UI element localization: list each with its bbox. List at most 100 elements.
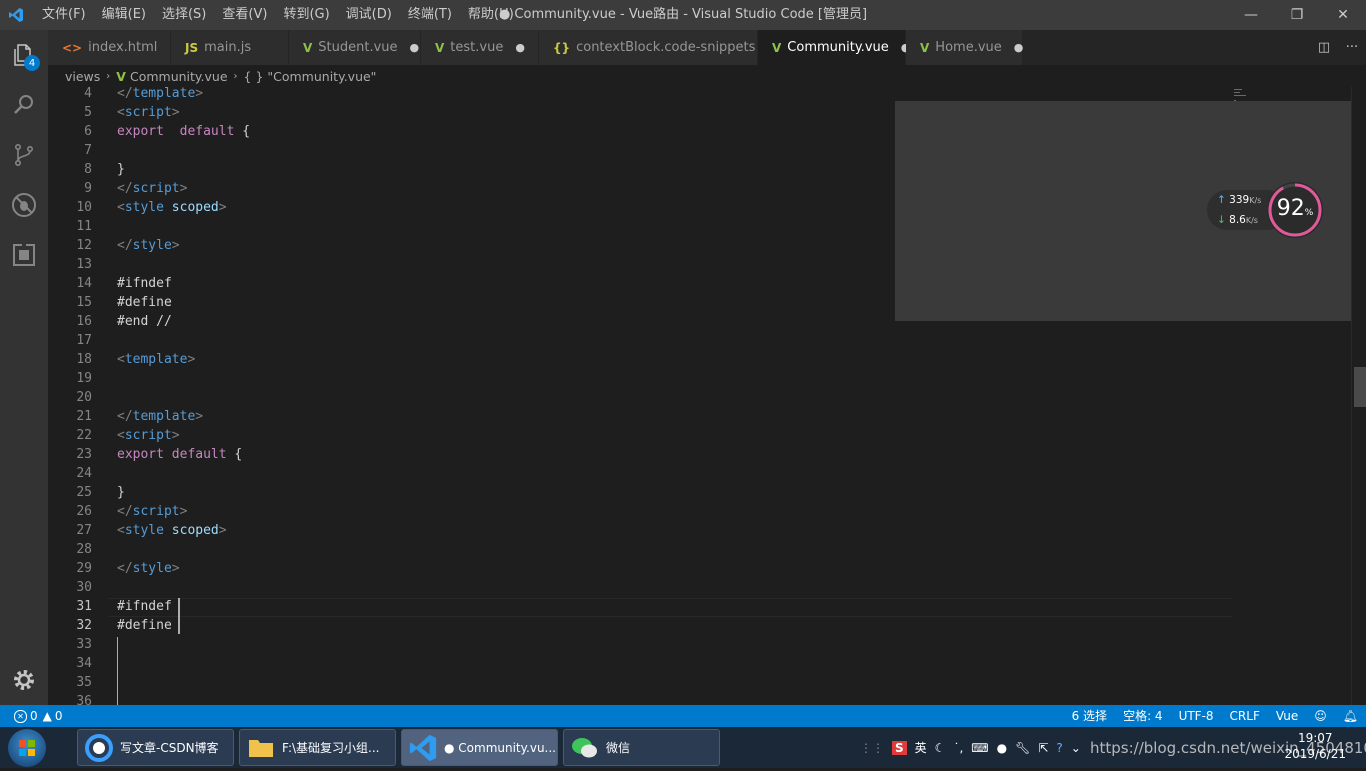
code-token: { (234, 124, 251, 139)
ime-language[interactable]: 英 (915, 739, 927, 756)
breadcrumb-file[interactable]: Community.vue (130, 69, 228, 84)
taskbar-browser-button[interactable]: 写文章-CSDN博客 (77, 729, 234, 766)
menu-selection[interactable]: 选择(S) (154, 0, 214, 30)
network-monitor-widget[interactable]: ↑ 339K/s ↓ 8.6K/s 92% (1207, 182, 1323, 238)
code-line[interactable]: 20 (48, 388, 1233, 407)
menu-terminal[interactable]: 终端(T) (400, 0, 460, 30)
code-line[interactable]: 28 (48, 540, 1233, 559)
tab-community-vue[interactable]: VCommunity.vue● (758, 30, 910, 65)
feedback-smiley-icon[interactable]: ☺ (1306, 705, 1335, 727)
taskbar-wechat-button[interactable]: 微信 (563, 729, 720, 766)
menu-help[interactable]: 帮助(H) (460, 0, 522, 30)
minimize-button[interactable]: — (1228, 0, 1274, 30)
explorer-icon[interactable]: 4 (0, 30, 48, 80)
line-number: 27 (76, 523, 92, 538)
warning-icon[interactable]: ▲ (43, 709, 52, 723)
code-line[interactable]: 22 <script> (48, 426, 1233, 445)
search-icon[interactable] (0, 80, 48, 130)
gear-icon[interactable] (0, 655, 48, 705)
menu-file[interactable]: 文件(F) (34, 0, 94, 30)
code-line[interactable]: 33 (48, 635, 1233, 654)
code-line[interactable]: 14 #ifndef (48, 274, 1233, 293)
encoding-status[interactable]: UTF-8 (1171, 705, 1222, 727)
share-icon[interactable]: ⇱ (1038, 741, 1048, 755)
breadcrumb-separator: › (106, 70, 111, 82)
notifications-bell-icon[interactable]: 🔔︎ (1335, 705, 1366, 727)
taskbar-explorer-button[interactable]: F:\基础复习小组... (239, 729, 396, 766)
source-control-icon[interactable] (0, 130, 48, 180)
punctuation-icon[interactable]: ˙, (953, 741, 963, 755)
menu-view[interactable]: 查看(V) (214, 0, 275, 30)
code-line[interactable]: 4 </template> (48, 87, 1233, 103)
code-line[interactable]: 31 #ifndef (48, 597, 1233, 617)
menu-edit[interactable]: 编辑(E) (94, 0, 154, 30)
code-line[interactable]: 25} (48, 483, 1233, 502)
menu-debug[interactable]: 调试(D) (338, 0, 400, 30)
code-line[interactable]: 6 export default { (48, 122, 1233, 141)
breadcrumb-symbol[interactable]: { } "Community.vue" (244, 69, 377, 84)
tab-test-vue[interactable]: Vtest.vue ● (421, 30, 539, 65)
tab-home-vue[interactable]: V Home.vue ● (906, 30, 1023, 65)
restore-button[interactable]: ❐ (1274, 0, 1320, 30)
breadcrumb-folder[interactable]: views (65, 69, 100, 84)
start-button[interactable] (8, 729, 46, 767)
code-line[interactable]: 19 (48, 369, 1233, 388)
code-line[interactable]: 27 <style scoped> (48, 521, 1233, 540)
more-icon[interactable]: ⌄ (1071, 741, 1081, 755)
warning-count[interactable]: 0 (55, 709, 63, 723)
tab-main-js[interactable]: JS main.js (171, 30, 289, 65)
split-editor-icon[interactable]: ◫ (1310, 40, 1338, 55)
unsaved-dot-icon[interactable]: ● (1014, 41, 1024, 54)
code-line[interactable]: 11 (48, 217, 1233, 236)
unsaved-dot-icon[interactable]: ● (515, 41, 525, 54)
clock[interactable]: 19:07 2019/6/21 (1284, 730, 1346, 762)
close-button[interactable]: ✕ (1320, 0, 1366, 30)
menu-go[interactable]: 转到(G) (275, 0, 337, 30)
extensions-icon[interactable] (0, 230, 48, 280)
code-line[interactable]: 34 (48, 654, 1233, 673)
code-line[interactable]: 24 (48, 464, 1233, 483)
code-line[interactable]: 10 <style scoped> (48, 198, 1233, 217)
debug-icon[interactable] (0, 180, 48, 230)
error-count[interactable]: 0 (30, 709, 38, 723)
unsaved-dot-icon[interactable]: ● (410, 41, 420, 54)
code-line[interactable]: 9 </script> (48, 179, 1233, 198)
keyboard-icon[interactable]: ⌨ (971, 741, 988, 755)
tab-index-html[interactable]: <> index.html (48, 30, 171, 65)
code-line[interactable]: 21 </template> (48, 407, 1233, 426)
code-line[interactable]: 18 <template> (48, 350, 1233, 369)
wrench-icon[interactable]: 🔧︎ (1015, 741, 1030, 755)
taskbar-vscode-button[interactable]: ● Community.vu... (401, 729, 558, 766)
error-icon[interactable]: ✕ (14, 709, 27, 723)
code-line[interactable]: 23 export default { (48, 445, 1233, 464)
code-line[interactable]: 36 (48, 692, 1233, 705)
code-line[interactable]: 35 (48, 673, 1233, 692)
code-line[interactable]: 12 </style> (48, 236, 1233, 255)
code-line[interactable]: 17 (48, 331, 1233, 350)
code-line[interactable]: 7 (48, 141, 1233, 160)
code-line[interactable]: 30 (48, 578, 1233, 597)
code-text: } (117, 160, 125, 179)
code-line[interactable]: 15 #define (48, 293, 1233, 312)
language-status[interactable]: Vue (1268, 705, 1306, 727)
help-icon[interactable]: ? (1056, 741, 1062, 755)
vertical-scrollbar[interactable] (1351, 87, 1366, 705)
code-line[interactable]: 5 <script> (48, 103, 1233, 122)
code-line[interactable]: 16 #end // (48, 312, 1233, 331)
eol-status[interactable]: CRLF (1222, 705, 1268, 727)
code-line[interactable]: 32 #define (48, 616, 1233, 635)
code-line[interactable]: 13 (48, 255, 1233, 274)
moon-icon[interactable]: ☾ (935, 741, 946, 755)
indent-status[interactable]: 空格: 4 (1115, 705, 1171, 727)
sogou-ime-icon[interactable]: S (892, 740, 907, 755)
more-actions-icon[interactable]: ··· (1338, 40, 1366, 55)
code-line[interactable]: 8} (48, 160, 1233, 179)
tab-student-vue[interactable]: V Student.vue ● (289, 30, 421, 65)
code-editor[interactable]: 4 </template> 5 <script> 6 export default {7 8… (48, 87, 1366, 705)
code-line[interactable]: 29 </style> (48, 559, 1233, 578)
user-icon[interactable]: ● (997, 741, 1007, 755)
scrollbar-thumb[interactable] (1354, 367, 1366, 407)
code-line[interactable]: 26 </script> (48, 502, 1233, 521)
selection-status[interactable]: 6 选择 (1064, 705, 1115, 727)
tab-contextblock-code-snippets[interactable]: {} contextBlock.code-snippets (539, 30, 758, 65)
